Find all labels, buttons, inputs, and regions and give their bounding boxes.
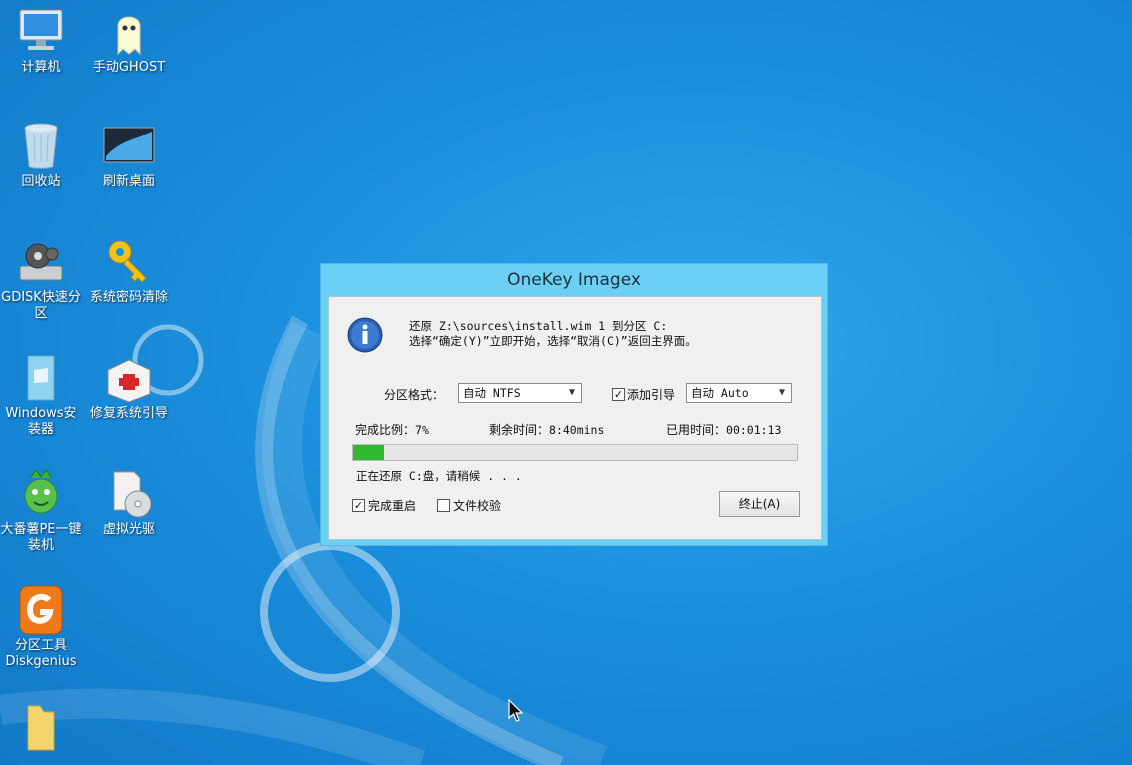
desktop-icon-label: 分区工具Diskgenius: [5, 638, 77, 669]
windows-installer-icon: [27, 355, 55, 401]
desktop-icon-label: GDISK快速分区: [1, 290, 81, 321]
add-boot-label: 添加引导: [627, 388, 676, 402]
boot-mode-select[interactable]: 自动 Auto ▼: [686, 383, 792, 403]
mouse-cursor-icon: [508, 699, 524, 722]
remaining-value: 8:40mins: [549, 423, 605, 437]
desktop-icon-gdisk[interactable]: GDISK快速分区: [0, 236, 82, 322]
gear-disk-icon: [19, 243, 63, 281]
first-aid-kit-icon: [107, 359, 151, 403]
desktop-icon-virtual-drive[interactable]: 虚拟光驱: [88, 468, 170, 538]
diskgenius-icon: [19, 585, 63, 635]
onekey-imagex-dialog: OneKey Imagex 还原 Z:\sources\install.wim …: [320, 263, 828, 546]
progress-bar-fill: [353, 445, 385, 460]
disc-file-icon: [113, 471, 152, 518]
info-icon: [347, 317, 383, 353]
computer-icon: [19, 9, 63, 50]
elapsed-readout: 已用时间：00:01:13: [666, 421, 781, 438]
progress-label: 完成比例：: [355, 423, 416, 437]
status-text: 正在还原 C:盘，请稍候 . . .: [356, 469, 522, 483]
dialog-message: 还原 Z:\sources\install.wim 1 到分区 C: 选择“确定…: [409, 319, 697, 349]
folder-icon: [27, 705, 55, 751]
desktop-icon-windows-installer[interactable]: Windows安装器: [0, 352, 82, 438]
partition-format-value: 自动 NTFS: [463, 386, 521, 400]
desktop-icon-label: 系统密码清除: [89, 290, 168, 305]
desktop-icon-label: 虚拟光驱: [102, 522, 155, 537]
desktop-icon-password-clear[interactable]: 系统密码清除: [88, 236, 170, 306]
key-icon: [108, 240, 147, 283]
verify-label: 文件校验: [453, 499, 502, 513]
desktop-icon-label: Windows安装器: [5, 406, 77, 437]
dialog-title: OneKey Imagex: [507, 270, 641, 290]
desktop-icon-pe-installer[interactable]: 大番薯PE一键装机: [0, 468, 82, 554]
desktop-icon-recycle-bin[interactable]: 回收站: [0, 120, 82, 190]
partition-format-select[interactable]: 自动 NTFS ▼: [458, 383, 582, 403]
desktop-icon-label: 修复系统引导: [89, 406, 168, 421]
desktop-icon-computer[interactable]: 计算机: [0, 6, 82, 76]
restart-label: 完成重启: [368, 499, 417, 513]
partition-format-label: 分区格式：: [384, 388, 445, 402]
desktop-icon-repair-boot[interactable]: 修复系统引导: [88, 352, 170, 422]
dialog-client-area: 还原 Z:\sources\install.wim 1 到分区 C: 选择“确定…: [328, 296, 822, 540]
desktop-icon-diskgenius[interactable]: 分区工具Diskgenius: [0, 584, 82, 670]
elapsed-label: 已用时间：: [666, 423, 727, 437]
message-line-2: 选择“确定(Y)”立即开始，选择“取消(C)”返回主界面。: [409, 334, 697, 348]
boot-mode-value: 自动 Auto: [691, 386, 749, 400]
desktop-icon-label: 手动GHOST: [92, 60, 166, 75]
ghost-icon: [117, 16, 141, 56]
desktop-icon-label: 回收站: [21, 174, 61, 189]
sweet-potato-mascot-icon: [24, 469, 58, 514]
desktop-icon-label: 刷新桌面: [102, 174, 155, 189]
desktop-icon-refresh-desktop[interactable]: 刷新桌面: [88, 120, 170, 190]
restore-progress-bar: [352, 444, 798, 461]
restart-checkbox[interactable]: ✓: [352, 499, 365, 512]
desktop-icon-folder[interactable]: [0, 700, 82, 754]
desktop-icon-label: 计算机: [21, 60, 61, 75]
elapsed-value: 00:01:13: [726, 423, 782, 437]
desktop-icon-manual-ghost[interactable]: 手动GHOST: [88, 6, 170, 76]
progress-value: 7%: [415, 423, 429, 437]
progress-readout: 完成比例：7%: [355, 421, 429, 438]
recycle-bin-icon: [24, 123, 58, 169]
remaining-label: 剩余时间：: [489, 423, 550, 437]
monitor-icon: [103, 127, 155, 163]
chevron-down-icon: ▼: [778, 387, 786, 398]
desktop-icon-label: 大番薯PE一键装机: [0, 522, 82, 553]
message-line-1: 还原 Z:\sources\install.wim 1 到分区 C:: [409, 319, 668, 333]
verify-checkbox[interactable]: [437, 499, 450, 512]
chevron-down-icon: ▼: [568, 387, 576, 398]
remaining-readout: 剩余时间：8:40mins: [489, 421, 604, 438]
add-boot-checkbox[interactable]: ✓: [612, 388, 625, 401]
stop-button[interactable]: 终止(A): [719, 491, 800, 517]
